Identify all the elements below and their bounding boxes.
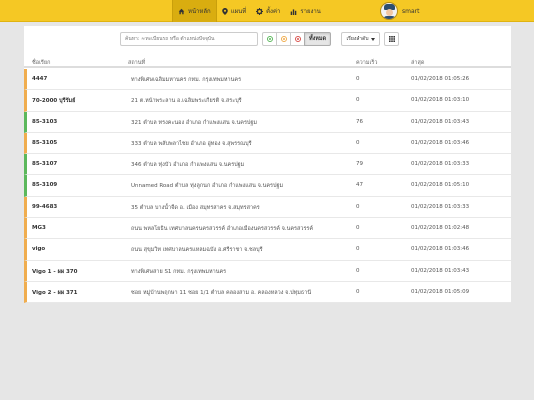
- user-menu[interactable]: smart: [380, 2, 419, 20]
- filter-all-button[interactable]: ทั้งหมด: [304, 32, 332, 46]
- sort-dropdown[interactable]: เรียงลำดับ: [341, 32, 380, 46]
- filter-idle-button[interactable]: [276, 32, 291, 46]
- vehicle-name: Vigo 1 - ผผ 370: [32, 268, 78, 275]
- nav-home-label: หน้าหลัก: [188, 8, 211, 15]
- sort-label: เรียงลำดับ: [346, 36, 369, 42]
- map-marker-icon: [221, 7, 228, 15]
- top-navbar: หน้าหลัก แผนที่ ตั้งค่า รายงาน smart: [0, 0, 534, 22]
- nav-reports-label: รายงาน: [300, 8, 321, 15]
- vehicle-last-update: 01/02/2018 01:03:33: [411, 203, 470, 210]
- grid-icon: [388, 36, 395, 42]
- vehicle-speed: 0: [356, 203, 360, 210]
- vehicle-speed: 47: [356, 182, 363, 189]
- home-icon: [178, 8, 185, 14]
- vehicle-name: Vigo 2 - ผผ 371: [32, 289, 78, 296]
- main-nav: หน้าหลัก แผนที่ ตั้งค่า รายงาน: [172, 0, 326, 22]
- vehicle-name: 4447: [32, 76, 48, 82]
- vehicle-location: ทางพิเศษเฉลิมมหานคร กทม. กรุงเทพมหานคร: [131, 77, 242, 83]
- vehicle-table-body: 4447 ทางพิเศษเฉลิมมหานคร กทม. กรุงเทพมหาน…: [24, 69, 511, 304]
- vehicle-location: 21 ต.หน้าพระลาน อ.เฉลิมพระเกียรติ จ.สระบ…: [131, 98, 242, 105]
- vehicle-name: MG3: [32, 225, 46, 232]
- vehicle-speed: 0: [356, 97, 360, 104]
- vehicle-location: 333 ตำบล พลับพลาไชย อำเภอ อู่ทอง จ.สุพรร…: [131, 140, 252, 147]
- vehicle-location: ซอย หมู่บ้านพฤกษา 11 ซอย 1/1 ตำบล คลองสา…: [131, 289, 312, 296]
- vehicle-last-update: 01/02/2018 01:03:46: [411, 139, 470, 146]
- idle-status-icon: [280, 36, 287, 42]
- avatar: [380, 2, 398, 20]
- running-status-icon: [266, 36, 273, 42]
- vehicle-location: ถนน พหลโยธิน เทศบาลนครนครสวรรค์ อำเภอเมื…: [131, 226, 314, 233]
- vehicle-name: 99-4683: [32, 203, 58, 210]
- filter-stopped-button[interactable]: [290, 32, 305, 46]
- username: smart: [402, 7, 420, 15]
- vehicle-speed: 0: [356, 288, 360, 295]
- filter-running-button[interactable]: [262, 32, 277, 46]
- table-row[interactable]: 85-3107 346 ตำบล ทุ่งบัว อำเภอ กำแพงแสน จ…: [24, 154, 511, 176]
- vehicle-last-update: 01/02/2018 01:03:43: [411, 267, 470, 274]
- vehicle-speed: 79: [356, 161, 363, 168]
- header-name[interactable]: ชื่อเรียก: [32, 59, 50, 67]
- vehicle-speed: 0: [356, 76, 360, 82]
- vehicle-speed: 0: [356, 139, 360, 146]
- vehicle-last-update: 01/02/2018 01:05:26: [411, 76, 470, 82]
- vehicle-last-update: 01/02/2018 01:05:10: [411, 182, 470, 189]
- vehicle-last-update: 01/02/2018 01:02:48: [411, 225, 470, 232]
- status-filter-group: ทั้งหมด: [262, 32, 332, 46]
- table-row[interactable]: 85-3105 333 ตำบล พลับพลาไชย อำเภอ อู่ทอง …: [24, 132, 511, 155]
- table-row[interactable]: 85-3103 321 ตำบล ทรงคะนอง อำเภอ กำแพงแสน …: [24, 111, 511, 133]
- nav-map[interactable]: แผนที่: [217, 0, 251, 22]
- vehicle-speed: 76: [356, 118, 363, 125]
- table-row[interactable]: vigo ถนน สุขุมวิท เทศบาลนครแหลมฉบัง อ.ศรี…: [24, 239, 511, 261]
- vehicle-name: 70-2000 บุรีรัมย์: [32, 98, 76, 105]
- table-row[interactable]: 4447 ทางพิเศษเฉลิมมหานคร กทม. กรุงเทพมหาน…: [24, 69, 511, 91]
- table-row[interactable]: 85-3109 Unnamed Road ตำบล ทุ่งลูกนก อำเภอ…: [24, 175, 511, 197]
- vehicle-location: ทางพิเศษสาย S1 กทม. กรุงเทพมหานคร: [131, 268, 227, 275]
- grid-view-button[interactable]: [384, 32, 399, 46]
- vehicle-last-update: 01/02/2018 01:05:09: [411, 288, 470, 295]
- vehicle-last-update: 01/02/2018 01:03:46: [411, 246, 470, 253]
- vehicle-name: 85-3103: [32, 118, 58, 125]
- vehicle-name: 85-3105: [32, 139, 58, 146]
- nav-map-label: แผนที่: [230, 8, 247, 15]
- nav-settings-label: ตั้งค่า: [266, 8, 281, 15]
- vehicle-speed: 0: [356, 225, 360, 232]
- nav-home[interactable]: หน้าหลัก: [172, 0, 217, 22]
- gear-icon: [256, 7, 264, 15]
- header-speed[interactable]: ความเร็ว: [356, 59, 377, 67]
- vehicle-location: Unnamed Road ตำบล ทุ่งลูกนก อำเภอ กำแพงแ…: [131, 183, 284, 190]
- vehicle-last-update: 01/02/2018 01:03:10: [411, 97, 470, 104]
- vehicle-location: ถนน สุขุมวิท เทศบาลนครแหลมฉบัง อ.ศรีราชา…: [131, 247, 263, 254]
- table-header: ชื่อเรียก สถานที่ ความเร็ว ล่าสุด: [24, 56, 511, 68]
- vehicle-name: 85-3109: [32, 182, 58, 189]
- caret-down-icon: [370, 37, 375, 41]
- vehicle-list-panel: ทั้งหมด เรียงลำดับ ชื่อเรียก สถานที่ ควา…: [24, 26, 511, 304]
- bar-chart-icon: [291, 8, 297, 15]
- vehicle-location: 321 ตำบล ทรงคะนอง อำเภอ กำแพงแสน จ.นครปฐ…: [131, 119, 258, 126]
- vehicle-speed: 0: [356, 267, 360, 274]
- vehicle-speed: 0: [356, 246, 360, 253]
- nav-reports[interactable]: รายงาน: [285, 0, 326, 22]
- nav-settings[interactable]: ตั้งค่า: [251, 0, 285, 22]
- vehicle-location: 35 ตำบล บางน้ำจืด อ. เมือง สมุทรสาคร จ.ส…: [131, 204, 260, 211]
- vehicle-last-update: 01/02/2018 01:03:33: [411, 161, 470, 168]
- vehicle-name: vigo: [32, 246, 46, 253]
- table-row[interactable]: Vigo 2 - ผผ 371 ซอย หมู่บ้านพฤกษา 11 ซอย …: [24, 281, 511, 304]
- stopped-status-icon: [294, 36, 301, 42]
- table-row[interactable]: MG3 ถนน พหลโยธิน เทศบาลนครนครสวรรค์ อำเภอ…: [24, 218, 511, 240]
- search-input[interactable]: [120, 32, 258, 46]
- table-row[interactable]: 70-2000 บุรีรัมย์ 21 ต.หน้าพระลาน อ.เฉลิม…: [24, 90, 511, 112]
- vehicle-last-update: 01/02/2018 01:03:43: [411, 118, 470, 125]
- table-row[interactable]: Vigo 1 - ผผ 370 ทางพิเศษสาย S1 กทม. กรุงเ…: [24, 260, 511, 282]
- vehicle-name: 85-3107: [32, 161, 58, 168]
- header-time[interactable]: ล่าสุด: [411, 59, 424, 67]
- table-row[interactable]: 99-4683 35 ตำบล บางน้ำจืด อ. เมือง สมุทรส…: [24, 196, 511, 219]
- header-location[interactable]: สถานที่: [128, 59, 145, 67]
- vehicle-location: 346 ตำบล ทุ่งบัว อำเภอ กำแพงแสน จ.นครปฐม: [131, 162, 245, 169]
